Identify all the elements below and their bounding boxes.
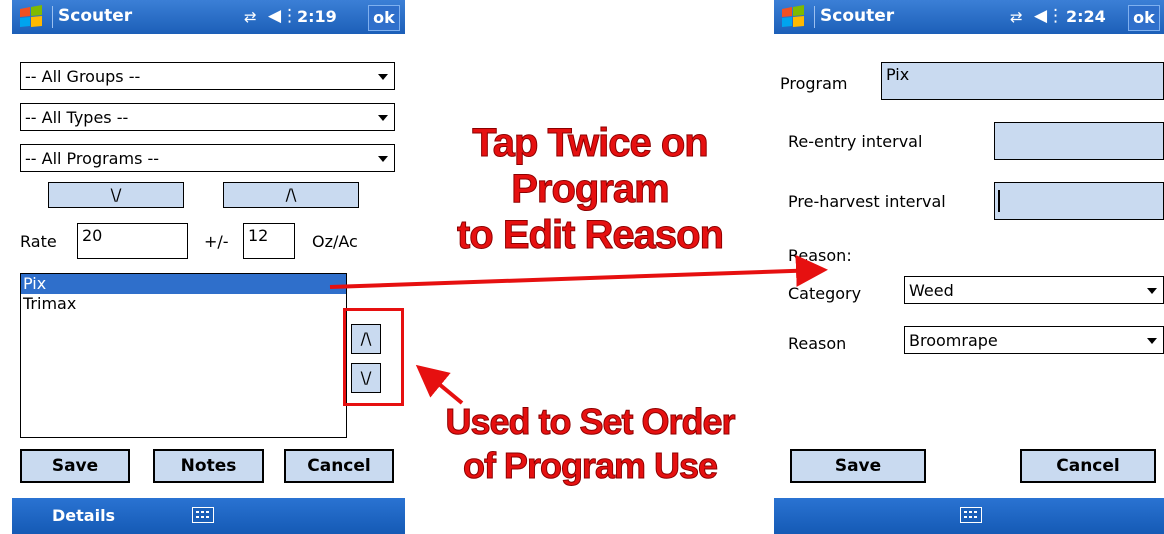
annotation-arrows [329, 254, 828, 405]
tap-arrow [329, 254, 828, 289]
order-arrow [415, 364, 464, 405]
